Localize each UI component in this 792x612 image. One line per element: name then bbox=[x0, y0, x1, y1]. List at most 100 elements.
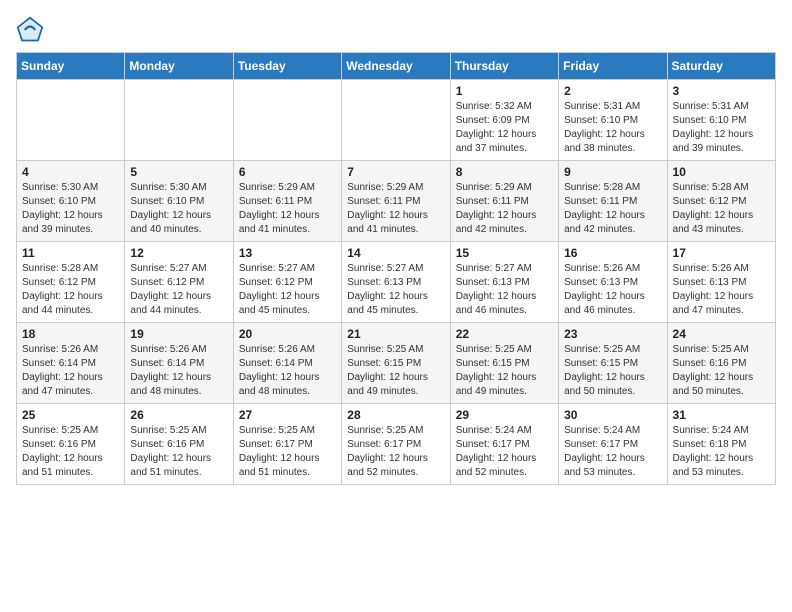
day-number: 28 bbox=[347, 408, 444, 422]
calendar-cell: 5 Sunrise: 5:30 AMSunset: 6:10 PMDaylight… bbox=[125, 161, 233, 242]
day-info: Sunrise: 5:28 AMSunset: 6:11 PMDaylight:… bbox=[564, 181, 661, 237]
day-number: 13 bbox=[239, 246, 336, 260]
day-number: 5 bbox=[130, 165, 227, 179]
day-info: Sunrise: 5:25 AMSunset: 6:16 PMDaylight:… bbox=[22, 424, 119, 480]
weekday-header-sunday: Sunday bbox=[17, 53, 125, 80]
day-number: 17 bbox=[673, 246, 770, 260]
day-info: Sunrise: 5:28 AMSunset: 6:12 PMDaylight:… bbox=[22, 262, 119, 318]
day-info: Sunrise: 5:29 AMSunset: 6:11 PMDaylight:… bbox=[456, 181, 553, 237]
day-info: Sunrise: 5:25 AMSunset: 6:17 PMDaylight:… bbox=[239, 424, 336, 480]
day-info: Sunrise: 5:30 AMSunset: 6:10 PMDaylight:… bbox=[130, 181, 227, 237]
day-number: 15 bbox=[456, 246, 553, 260]
day-number: 8 bbox=[456, 165, 553, 179]
day-info: Sunrise: 5:25 AMSunset: 6:15 PMDaylight:… bbox=[456, 343, 553, 399]
day-number: 1 bbox=[456, 84, 553, 98]
calendar-cell: 23Sunrise: 5:25 AMSunset: 6:15 PMDayligh… bbox=[559, 323, 667, 404]
logo bbox=[16, 16, 48, 44]
calendar-cell: 27 Sunrise: 5:25 AMSunset: 6:17 PMDayligh… bbox=[233, 404, 341, 485]
calendar-cell: 1Sunrise: 5:32 AMSunset: 6:09 PMDaylight… bbox=[450, 80, 558, 161]
day-info: Sunrise: 5:27 AMSunset: 6:13 PMDaylight:… bbox=[347, 262, 444, 318]
calendar-cell: 26 Sunrise: 5:25 AMSunset: 6:16 PMDayligh… bbox=[125, 404, 233, 485]
calendar-cell: 2 Sunrise: 5:31 AMSunset: 6:10 PMDaylight… bbox=[559, 80, 667, 161]
calendar-cell: 11Sunrise: 5:28 AMSunset: 6:12 PMDayligh… bbox=[17, 242, 125, 323]
day-info: Sunrise: 5:27 AMSunset: 6:12 PMDaylight:… bbox=[239, 262, 336, 318]
day-info: Sunrise: 5:25 AMSunset: 6:15 PMDaylight:… bbox=[347, 343, 444, 399]
day-number: 4 bbox=[22, 165, 119, 179]
calendar-cell bbox=[125, 80, 233, 161]
day-number: 30 bbox=[564, 408, 661, 422]
day-info: Sunrise: 5:25 AMSunset: 6:16 PMDaylight:… bbox=[673, 343, 770, 399]
calendar-cell: 6 Sunrise: 5:29 AMSunset: 6:11 PMDaylight… bbox=[233, 161, 341, 242]
calendar-table: SundayMondayTuesdayWednesdayThursdayFrid… bbox=[16, 52, 776, 485]
day-info: Sunrise: 5:26 AMSunset: 6:13 PMDaylight:… bbox=[564, 262, 661, 318]
calendar-cell: 19 Sunrise: 5:26 AMSunset: 6:14 PMDayligh… bbox=[125, 323, 233, 404]
calendar-cell: 7 Sunrise: 5:29 AMSunset: 6:11 PMDaylight… bbox=[342, 161, 450, 242]
day-info: Sunrise: 5:28 AMSunset: 6:12 PMDaylight:… bbox=[673, 181, 770, 237]
day-info: Sunrise: 5:27 AMSunset: 6:12 PMDaylight:… bbox=[130, 262, 227, 318]
day-number: 10 bbox=[673, 165, 770, 179]
day-info: Sunrise: 5:30 AMSunset: 6:10 PMDaylight:… bbox=[22, 181, 119, 237]
calendar-cell: 28 Sunrise: 5:25 AMSunset: 6:17 PMDayligh… bbox=[342, 404, 450, 485]
day-info: Sunrise: 5:25 AMSunset: 6:15 PMDaylight:… bbox=[564, 343, 661, 399]
calendar-cell: 17 Sunrise: 5:26 AMSunset: 6:13 PMDayligh… bbox=[667, 242, 775, 323]
calendar-cell: 13 Sunrise: 5:27 AMSunset: 6:12 PMDayligh… bbox=[233, 242, 341, 323]
calendar-cell: 21 Sunrise: 5:25 AMSunset: 6:15 PMDayligh… bbox=[342, 323, 450, 404]
weekday-header-tuesday: Tuesday bbox=[233, 53, 341, 80]
calendar-week-1: 1Sunrise: 5:32 AMSunset: 6:09 PMDaylight… bbox=[17, 80, 776, 161]
day-number: 22 bbox=[456, 327, 553, 341]
calendar-cell: 14 Sunrise: 5:27 AMSunset: 6:13 PMDayligh… bbox=[342, 242, 450, 323]
calendar-week-2: 4 Sunrise: 5:30 AMSunset: 6:10 PMDaylight… bbox=[17, 161, 776, 242]
calendar-header: SundayMondayTuesdayWednesdayThursdayFrid… bbox=[17, 53, 776, 80]
day-number: 21 bbox=[347, 327, 444, 341]
day-number: 24 bbox=[673, 327, 770, 341]
day-number: 31 bbox=[673, 408, 770, 422]
day-number: 9 bbox=[564, 165, 661, 179]
calendar-cell: 20Sunrise: 5:26 AMSunset: 6:14 PMDayligh… bbox=[233, 323, 341, 404]
day-number: 3 bbox=[673, 84, 770, 98]
calendar-cell: 16Sunrise: 5:26 AMSunset: 6:13 PMDayligh… bbox=[559, 242, 667, 323]
day-info: Sunrise: 5:29 AMSunset: 6:11 PMDaylight:… bbox=[347, 181, 444, 237]
day-number: 26 bbox=[130, 408, 227, 422]
calendar-cell bbox=[342, 80, 450, 161]
day-number: 19 bbox=[130, 327, 227, 341]
weekday-header-monday: Monday bbox=[125, 53, 233, 80]
day-info: Sunrise: 5:29 AMSunset: 6:11 PMDaylight:… bbox=[239, 181, 336, 237]
day-info: Sunrise: 5:24 AMSunset: 6:18 PMDaylight:… bbox=[673, 424, 770, 480]
day-number: 14 bbox=[347, 246, 444, 260]
calendar-cell bbox=[233, 80, 341, 161]
calendar-week-4: 18 Sunrise: 5:26 AMSunset: 6:14 PMDayligh… bbox=[17, 323, 776, 404]
weekday-header-wednesday: Wednesday bbox=[342, 53, 450, 80]
day-number: 25 bbox=[22, 408, 119, 422]
day-number: 7 bbox=[347, 165, 444, 179]
calendar-cell: 12Sunrise: 5:27 AMSunset: 6:12 PMDayligh… bbox=[125, 242, 233, 323]
day-number: 6 bbox=[239, 165, 336, 179]
calendar-cell: 4 Sunrise: 5:30 AMSunset: 6:10 PMDaylight… bbox=[17, 161, 125, 242]
calendar-cell: 9 Sunrise: 5:28 AMSunset: 6:11 PMDaylight… bbox=[559, 161, 667, 242]
day-number: 2 bbox=[564, 84, 661, 98]
day-info: Sunrise: 5:25 AMSunset: 6:16 PMDaylight:… bbox=[130, 424, 227, 480]
logo-icon bbox=[16, 16, 44, 44]
calendar-cell: 15Sunrise: 5:27 AMSunset: 6:13 PMDayligh… bbox=[450, 242, 558, 323]
calendar-cell: 8 Sunrise: 5:29 AMSunset: 6:11 PMDaylight… bbox=[450, 161, 558, 242]
calendar-cell: 25 Sunrise: 5:25 AMSunset: 6:16 PMDayligh… bbox=[17, 404, 125, 485]
day-info: Sunrise: 5:24 AMSunset: 6:17 PMDaylight:… bbox=[564, 424, 661, 480]
weekday-header-friday: Friday bbox=[559, 53, 667, 80]
day-number: 18 bbox=[22, 327, 119, 341]
day-info: Sunrise: 5:25 AMSunset: 6:17 PMDaylight:… bbox=[347, 424, 444, 480]
calendar-week-3: 11Sunrise: 5:28 AMSunset: 6:12 PMDayligh… bbox=[17, 242, 776, 323]
day-info: Sunrise: 5:26 AMSunset: 6:14 PMDaylight:… bbox=[22, 343, 119, 399]
day-info: Sunrise: 5:24 AMSunset: 6:17 PMDaylight:… bbox=[456, 424, 553, 480]
page-header bbox=[16, 16, 776, 44]
calendar-cell: 3 Sunrise: 5:31 AMSunset: 6:10 PMDaylight… bbox=[667, 80, 775, 161]
weekday-header-thursday: Thursday bbox=[450, 53, 558, 80]
day-info: Sunrise: 5:26 AMSunset: 6:13 PMDaylight:… bbox=[673, 262, 770, 318]
day-info: Sunrise: 5:26 AMSunset: 6:14 PMDaylight:… bbox=[239, 343, 336, 399]
calendar-cell: 22 Sunrise: 5:25 AMSunset: 6:15 PMDayligh… bbox=[450, 323, 558, 404]
day-info: Sunrise: 5:31 AMSunset: 6:10 PMDaylight:… bbox=[673, 100, 770, 156]
calendar-week-5: 25 Sunrise: 5:25 AMSunset: 6:16 PMDayligh… bbox=[17, 404, 776, 485]
day-number: 29 bbox=[456, 408, 553, 422]
weekday-header-saturday: Saturday bbox=[667, 53, 775, 80]
day-info: Sunrise: 5:26 AMSunset: 6:14 PMDaylight:… bbox=[130, 343, 227, 399]
day-info: Sunrise: 5:31 AMSunset: 6:10 PMDaylight:… bbox=[564, 100, 661, 156]
day-number: 27 bbox=[239, 408, 336, 422]
